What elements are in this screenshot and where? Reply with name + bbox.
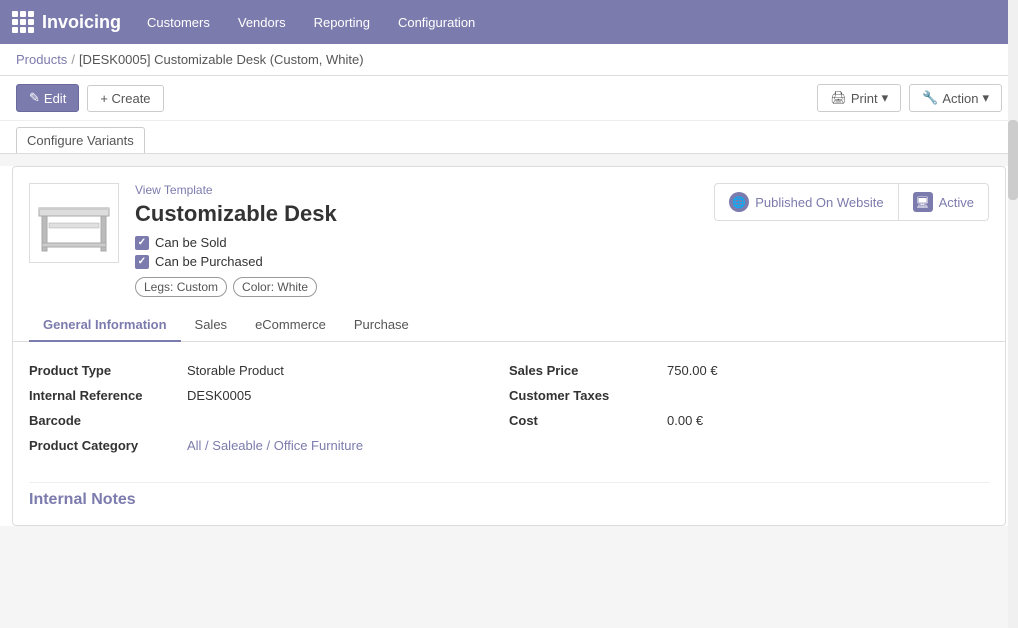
globe-icon: 🌐 (729, 192, 749, 212)
scrollbar-track[interactable] (1008, 0, 1018, 628)
nav-reporting[interactable]: Reporting (312, 11, 372, 34)
status-buttons: 🌐 Published On Website 🖥 Active (714, 183, 989, 221)
product-category-link[interactable]: All / Saleable / Office Furniture (187, 438, 363, 453)
breadcrumb: Products / [DESK0005] Customizable Desk … (0, 44, 1018, 76)
field-value-sales-price: 750.00 € (667, 363, 718, 378)
action-bar: ✎ Edit + Create 🖨 Print ▾ 🔧 Action ▾ (0, 76, 1018, 121)
print-label: Print (851, 91, 878, 106)
field-value-cost: 0.00 € (667, 413, 703, 428)
breadcrumb-separator: / (71, 52, 75, 67)
tab-ecommerce[interactable]: eCommerce (241, 309, 340, 342)
variant-badge-legs[interactable]: Legs: Custom (135, 277, 227, 297)
nav-customers[interactable]: Customers (145, 11, 212, 34)
variant-badge-color[interactable]: Color: White (233, 277, 317, 297)
action-dropdown-icon: ▾ (982, 90, 989, 106)
fields-right: Sales Price 750.00 € Customer Taxes Cost… (509, 358, 989, 458)
edit-label: Edit (44, 91, 66, 106)
field-label-internal-ref: Internal Reference (29, 388, 179, 403)
field-label-product-category: Product Category (29, 438, 179, 453)
fields-section: Product Type Storable Product Internal R… (29, 342, 989, 466)
tab-purchase[interactable]: Purchase (340, 309, 423, 342)
field-label-barcode: Barcode (29, 413, 179, 428)
published-button[interactable]: 🌐 Published On Website (714, 183, 898, 221)
field-barcode: Barcode (29, 408, 509, 433)
grid-icon (12, 11, 34, 33)
can-be-sold-checkbox[interactable] (135, 236, 149, 250)
app-logo[interactable]: Invoicing (12, 11, 121, 33)
can-be-purchased-label: Can be Purchased (155, 254, 263, 269)
tab-general-information[interactable]: General Information (29, 309, 181, 342)
product-card: 🌐 Published On Website 🖥 Active (12, 166, 1006, 526)
can-be-purchased-row: Can be Purchased (135, 254, 989, 269)
can-be-purchased-checkbox[interactable] (135, 255, 149, 269)
monitor-icon: 🖥 (913, 192, 933, 212)
field-cost: Cost 0.00 € (509, 408, 989, 433)
wrench-icon: 🔧 (922, 90, 938, 106)
field-customer-taxes: Customer Taxes (509, 383, 989, 408)
active-button[interactable]: 🖥 Active (899, 183, 989, 221)
field-product-category: Product Category All / Saleable / Office… (29, 433, 509, 458)
scrollbar-thumb[interactable] (1008, 120, 1018, 200)
navbar: Invoicing Customers Vendors Reporting Co… (0, 0, 1018, 44)
print-icon: 🖨 (830, 90, 847, 106)
fields-grid: Product Type Storable Product Internal R… (29, 358, 989, 458)
field-label-sales-price: Sales Price (509, 363, 659, 378)
nav-vendors[interactable]: Vendors (236, 11, 288, 34)
product-image (29, 183, 119, 263)
main-content: 🌐 Published On Website 🖥 Active (0, 166, 1018, 526)
field-label-customer-taxes: Customer Taxes (509, 388, 659, 403)
field-product-type: Product Type Storable Product (29, 358, 509, 383)
print-button[interactable]: 🖨 Print ▾ (817, 84, 901, 112)
create-button[interactable]: + Create (87, 85, 163, 112)
field-internal-reference: Internal Reference DESK0005 (29, 383, 509, 408)
field-label-product-type: Product Type (29, 363, 179, 378)
product-image-svg (34, 188, 114, 258)
configure-variants-label: Configure Variants (27, 133, 134, 148)
internal-notes-title: Internal Notes (29, 482, 989, 509)
configure-variants-button[interactable]: Configure Variants (16, 127, 145, 153)
fields-left: Product Type Storable Product Internal R… (29, 358, 509, 458)
app-title: Invoicing (42, 12, 121, 33)
can-be-sold-label: Can be Sold (155, 235, 227, 250)
variants-row: Legs: Custom Color: White (135, 277, 989, 297)
action-button[interactable]: 🔧 Action ▾ (909, 84, 1002, 112)
field-value-product-type: Storable Product (187, 363, 284, 378)
action-label: Action (942, 91, 978, 106)
config-bar: Configure Variants (0, 121, 1018, 154)
print-dropdown-icon: ▾ (882, 90, 889, 106)
edit-icon: ✎ (29, 90, 40, 106)
tab-sales[interactable]: Sales (181, 309, 242, 342)
nav-links: Customers Vendors Reporting Configuratio… (145, 15, 477, 30)
field-value-internal-ref: DESK0005 (187, 388, 251, 403)
edit-button[interactable]: ✎ Edit (16, 84, 79, 112)
field-label-cost: Cost (509, 413, 659, 428)
checkboxes: Can be Sold Can be Purchased (135, 235, 989, 269)
tabs-bar: General Information Sales eCommerce Purc… (13, 309, 1005, 342)
breadcrumb-current: [DESK0005] Customizable Desk (Custom, Wh… (79, 52, 364, 67)
field-sales-price: Sales Price 750.00 € (509, 358, 989, 383)
field-value-product-category: All / Saleable / Office Furniture (187, 438, 363, 453)
published-label: Published On Website (755, 195, 883, 210)
active-label: Active (939, 195, 974, 210)
can-be-sold-row: Can be Sold (135, 235, 989, 250)
create-label: + Create (100, 91, 150, 106)
breadcrumb-parent[interactable]: Products (16, 52, 67, 67)
nav-configuration[interactable]: Configuration (396, 11, 477, 34)
